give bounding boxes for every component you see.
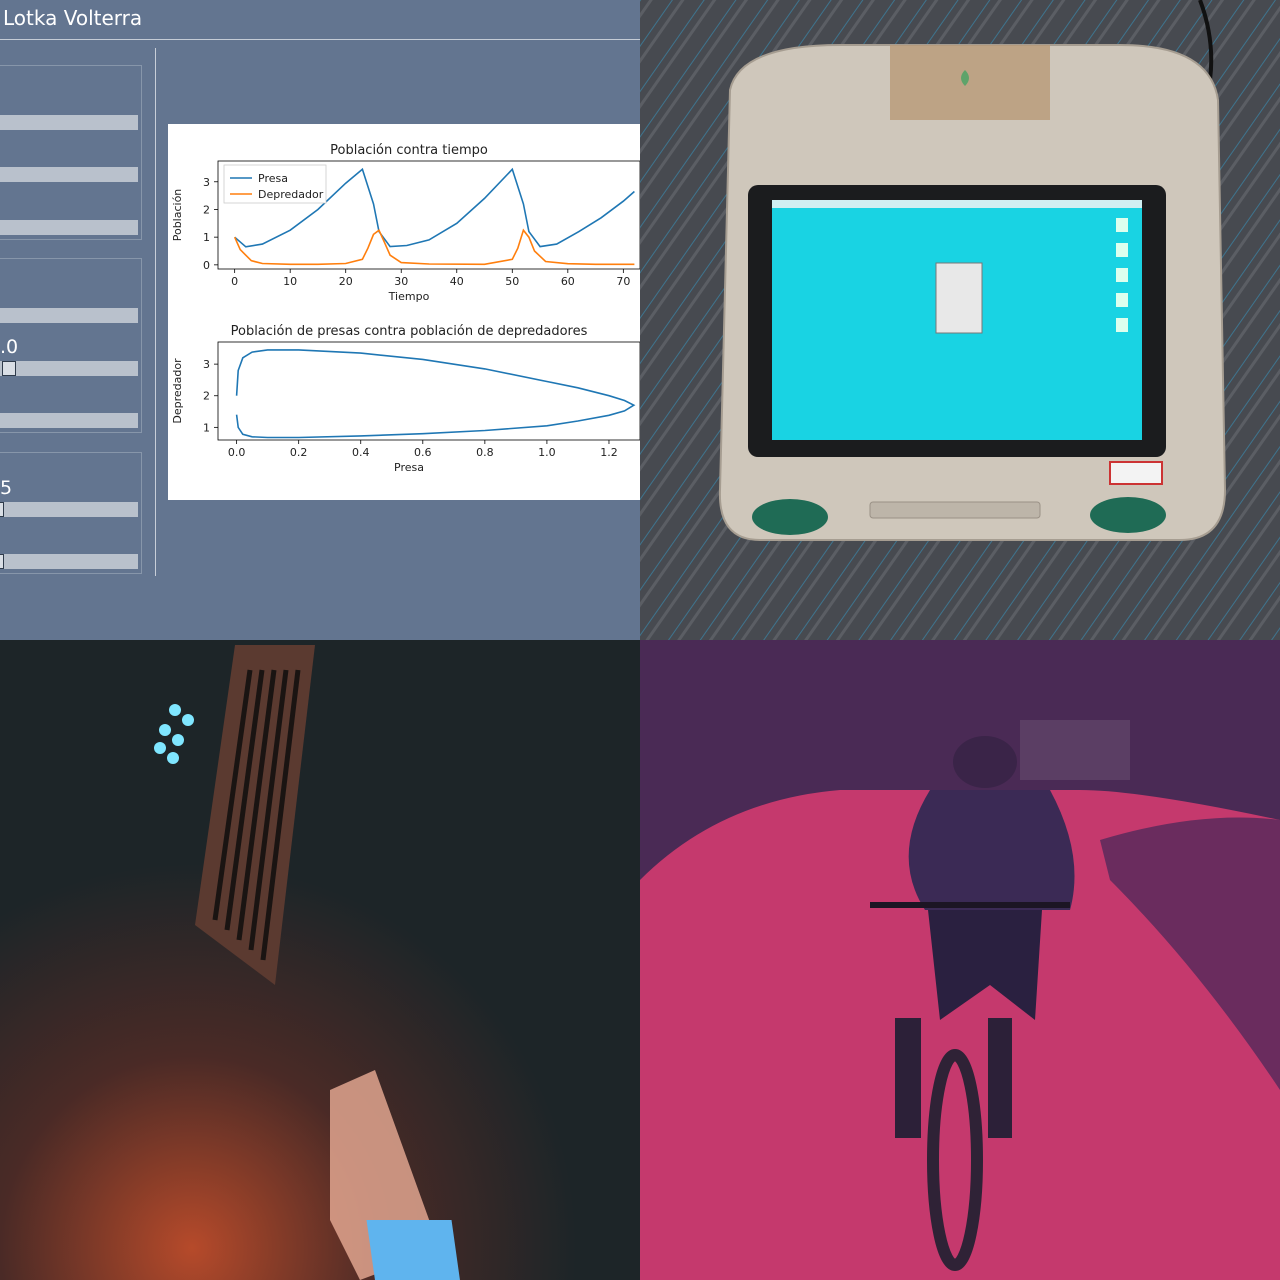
x-tick-label: 30 [394,275,408,288]
y-tick-label: 3 [203,358,210,371]
x-tick-label: 0.8 [476,446,494,459]
desktop-icon-1 [1116,218,1128,232]
speaker-left [752,499,828,535]
desktop-icon-2 [1116,243,1128,257]
slider-handle[interactable] [0,502,4,517]
asset-sticker [1109,461,1163,485]
cyclist-photo [640,640,1280,1280]
y-tick-label: 0 [203,259,210,272]
slider-handle[interactable] [0,554,4,569]
chart-title-2: Población de presas contra población de … [231,324,588,339]
x-tick-label: 40 [450,275,464,288]
x-tick-label: 50 [505,275,519,288]
x-tick-label: 0.4 [352,446,370,459]
calculator-window [935,262,983,334]
y-tick-label: 2 [203,203,210,216]
parameter-slider-5[interactable] [0,361,138,376]
slider-value-label: 5 [0,477,13,499]
lotka-volterra-window: Lotka Volterra .0 5 Población contra tie… [0,0,640,640]
series-line-depredador-1 [233,228,635,266]
x-axis-label-1: Tiempo [388,290,430,303]
plot-figure: Población contra tiempo Tiempo Población 0 1… [171,143,640,474]
helmet [953,736,1017,788]
speaker-right [1090,497,1166,533]
parameter-slider-3[interactable] [0,220,138,235]
rider-right-leg [988,1018,1012,1138]
dark-background [0,640,640,1280]
panel-separator [155,48,156,576]
plot-canvas: Población contra tiempo Tiempo Población 0 1… [168,124,640,500]
x-tick-label: 70 [616,275,630,288]
desktop-icon-4 [1116,293,1128,307]
y-tick-label: 1 [203,231,210,244]
legend-label-depredador: Depredador [258,188,324,201]
parameter-slider-6[interactable] [0,413,138,428]
x-tick-label: 1.2 [600,446,618,459]
parameter-panel-1 [0,65,142,240]
cd-tray [869,501,1041,519]
laptop-screen [366,1220,460,1280]
title-divider [0,39,640,40]
series-line-phase-2 [235,349,636,439]
x-tick-label: 0 [231,275,238,288]
chart-title-1: Población contra tiempo [330,143,488,158]
parameter-panel-2 [0,258,142,433]
mac-menubar [772,200,1142,208]
slider-handle[interactable] [2,361,16,376]
imac-illustration [640,0,1280,640]
parameter-slider-1[interactable] [0,115,138,130]
x-tick-label: 20 [339,275,353,288]
fence [1020,720,1130,780]
x-tick-label: 60 [561,275,575,288]
x-tick-label: 10 [283,275,297,288]
desktop-icon-3 [1116,268,1128,282]
y-tick-label: 1 [203,421,210,434]
x-tick-label: 0.0 [228,446,246,459]
x-axis-label-2: Presa [394,461,424,474]
rider-jersey [908,790,1075,910]
desktop-icon-5 [1116,318,1128,332]
plot-axes-frame-2 [217,341,640,441]
slider-value-label: .0 [0,336,19,358]
parameter-slider-2[interactable] [0,167,138,182]
imac-photo [640,0,1280,640]
parameter-slider-8[interactable] [0,554,138,569]
tape [890,45,1050,120]
parameter-slider-7[interactable] [0,502,138,517]
parameter-slider-4[interactable] [0,308,138,323]
x-tick-label: 0.6 [414,446,432,459]
y-axis-label-1: Población [171,189,184,242]
keyboard-photo [0,640,640,1280]
y-tick-label: 3 [203,176,210,189]
keyboard-illustration [0,640,640,1280]
y-axis-label-2: Depredador [171,358,184,424]
rider-left-leg [895,1018,921,1138]
window-title: Lotka Volterra [3,6,143,30]
cyclist-illustration [640,640,1280,1280]
x-tick-label: 0.2 [290,446,308,459]
y-tick-label: 2 [203,390,210,403]
x-tick-label: 1.0 [538,446,556,459]
legend-label-presa: Presa [258,172,288,185]
